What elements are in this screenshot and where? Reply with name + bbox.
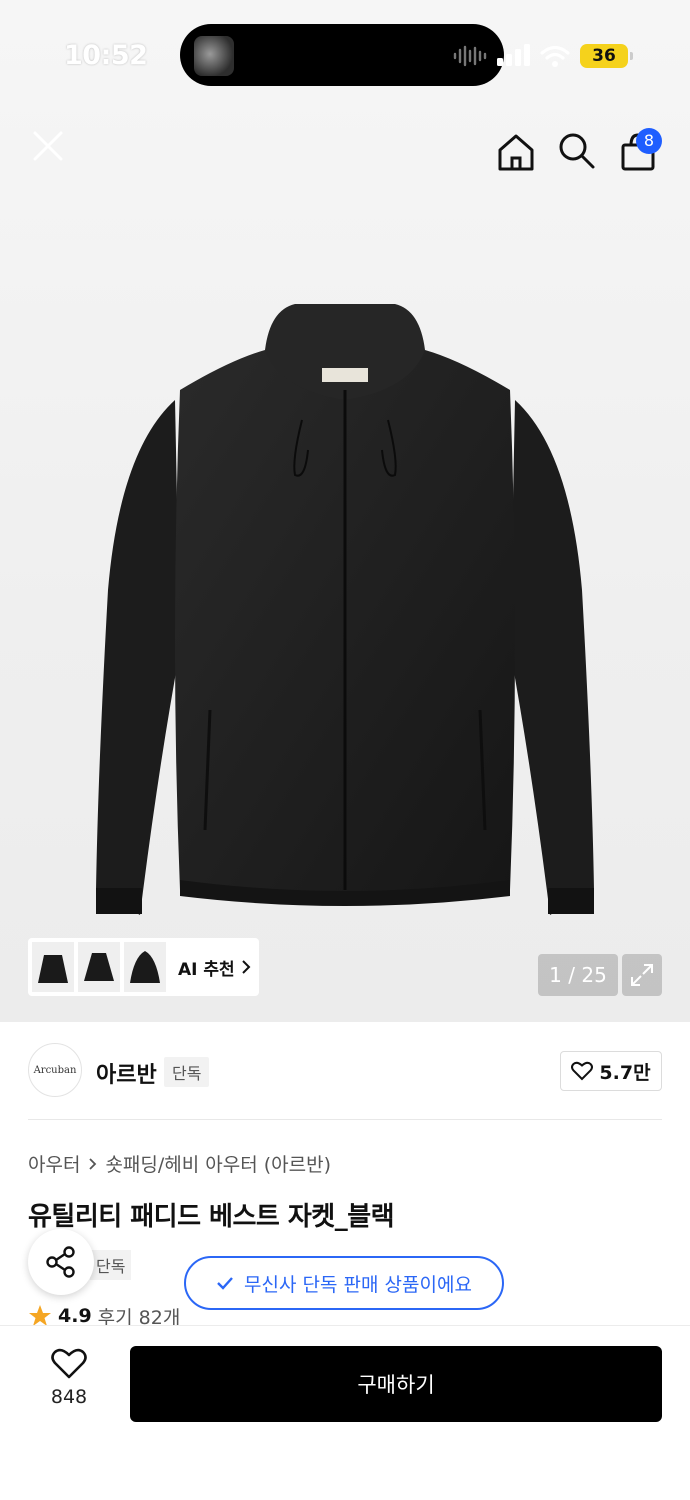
product-photo xyxy=(96,304,594,915)
audio-wave-icon xyxy=(453,45,487,67)
exclusive-toast-text: 무신사 단독 판매 상품이에요 xyxy=(244,1273,472,1296)
product-title: 유틸리티 패디드 베스트 자켓_블랙 xyxy=(28,1202,395,1232)
breadcrumb-item[interactable]: 숏패딩/헤비 아우터 (아르반) xyxy=(105,1150,331,1177)
heart-icon xyxy=(51,1348,87,1379)
search-icon xyxy=(559,133,595,169)
brand-like-count: 5.7만 xyxy=(599,1061,651,1084)
brand-name[interactable]: 아르반 xyxy=(96,1057,157,1089)
ai-recommend-label: AI 추천 xyxy=(178,959,235,980)
brand-like-button[interactable]: 5.7만 xyxy=(560,1051,662,1091)
close-button[interactable] xyxy=(26,124,70,168)
buy-button[interactable]: 구매하기 xyxy=(130,1346,662,1422)
thumbnail-1[interactable] xyxy=(32,942,74,992)
exclusive-toast: 무신사 단독 판매 상품이에요 xyxy=(184,1256,504,1310)
product-detail-page: 10:52 36 8 AI 추천 1 / 25 Arcuban 아르반 단독 5… xyxy=(0,0,690,1500)
exclusive-badge: 단독 xyxy=(90,1250,132,1280)
status-time: 10:52 xyxy=(64,40,148,71)
check-icon xyxy=(217,1277,233,1290)
close-icon xyxy=(33,131,63,161)
jacket-thumbnail-icon xyxy=(84,953,114,981)
share-button[interactable] xyxy=(28,1229,94,1295)
breadcrumb-item[interactable]: 아우터 xyxy=(28,1150,80,1177)
search-button[interactable] xyxy=(554,128,598,172)
thumbnail-3[interactable] xyxy=(124,942,166,992)
breadcrumb: 아우터 숏패딩/헤비 아우터 (아르반) xyxy=(28,1150,331,1177)
battery-indicator: 36 xyxy=(580,44,633,68)
related-thumbnails[interactable]: AI 추천 xyxy=(28,938,259,996)
expand-image-button[interactable] xyxy=(622,954,662,996)
now-playing-thumbnail xyxy=(194,36,234,76)
chevron-right-icon xyxy=(241,960,251,974)
jacket-thumbnail-icon xyxy=(130,951,160,983)
thumbnail-2[interactable] xyxy=(78,942,120,992)
expand-icon xyxy=(631,964,653,986)
image-counter: 1 / 25 xyxy=(538,954,618,996)
wishlist-count: 848 xyxy=(50,1386,88,1408)
ai-recommend-link[interactable]: AI 추천 xyxy=(178,955,251,980)
wishlist-button[interactable]: 848 xyxy=(30,1348,108,1408)
jacket-thumbnail-icon xyxy=(38,955,68,983)
rating-value: 4.9 xyxy=(58,1305,92,1327)
product-image-gallery[interactable]: 10:52 36 8 AI 추천 1 / 25 xyxy=(0,0,690,1022)
exclusive-badge: 단독 xyxy=(164,1057,210,1087)
cellular-signal-icon xyxy=(497,44,530,66)
heart-icon xyxy=(571,1061,594,1081)
purchase-bar: 848 구매하기 xyxy=(0,1325,690,1500)
divider xyxy=(28,1119,662,1120)
brand-logo[interactable]: Arcuban xyxy=(28,1043,82,1097)
share-icon xyxy=(46,1246,75,1278)
cart-count-badge: 8 xyxy=(636,128,662,154)
home-button[interactable] xyxy=(494,130,538,174)
chevron-right-icon xyxy=(89,1157,97,1170)
home-icon xyxy=(498,134,534,171)
brand-row: Arcuban 아르반 단독 5.7만 xyxy=(28,1043,662,1099)
wifi-icon xyxy=(540,45,570,67)
